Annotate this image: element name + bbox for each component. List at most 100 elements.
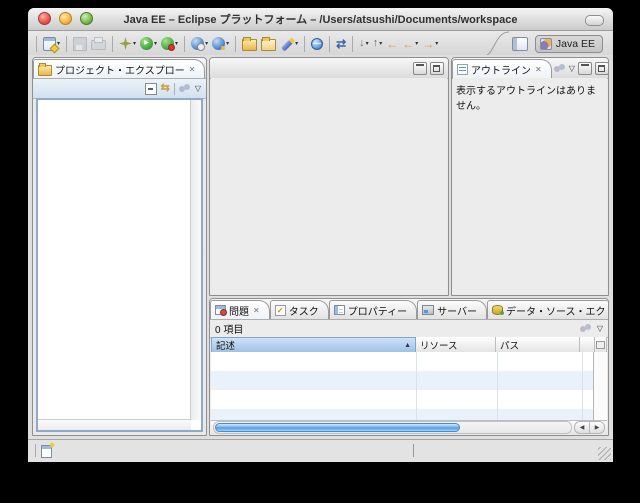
- close-icon[interactable]: ✕: [535, 65, 542, 74]
- forward-arrow-icon: →: [422, 38, 434, 50]
- resize-grip[interactable]: [598, 447, 611, 460]
- web-app-wizard-button[interactable]: ▾: [210, 37, 231, 50]
- tab-label: タスク: [289, 303, 319, 318]
- scroll-left-button[interactable]: ◀: [574, 421, 589, 434]
- dropdown-arrow-icon[interactable]: ▾: [133, 41, 136, 47]
- print-button[interactable]: [89, 37, 108, 50]
- web-browser-button[interactable]: [309, 38, 325, 50]
- tab-label: 問題: [229, 303, 249, 318]
- save-button[interactable]: [71, 37, 89, 51]
- toolbar-separator: [184, 36, 185, 52]
- dropdown-arrow-icon[interactable]: ▾: [366, 41, 369, 47]
- tab-label: プロジェクト・エクスプロー: [55, 62, 185, 77]
- view-window-buttons: [411, 62, 448, 78]
- dropdown-arrow-icon[interactable]: ▾: [379, 41, 382, 47]
- print-icon: [91, 40, 106, 50]
- outline-icon: [457, 64, 468, 75]
- dropdown-arrow-icon[interactable]: ▾: [415, 41, 418, 47]
- table-vertical-scrollbar[interactable]: [593, 352, 607, 421]
- project-explorer-tree[interactable]: [36, 98, 203, 432]
- scrollbar-thumb[interactable]: [215, 423, 460, 432]
- database-icon: [492, 305, 503, 315]
- tab-label: プロパティー: [348, 303, 407, 318]
- tab-label: データ・ソース・エク: [506, 303, 606, 318]
- fast-view-icon[interactable]: [41, 445, 52, 458]
- view-menu-icon[interactable]: ▽: [569, 65, 575, 73]
- dropdown-arrow-icon[interactable]: ▾: [435, 41, 438, 47]
- import-folder-button[interactable]: [259, 37, 278, 51]
- column-header-path[interactable]: パス: [496, 337, 580, 352]
- column-label: リソース: [420, 338, 458, 352]
- back-button[interactable]: ←▾: [400, 38, 420, 50]
- toolbar-separator: [36, 36, 37, 52]
- collapse-all-icon[interactable]: [145, 83, 157, 95]
- toolbar-toggle-button[interactable]: [585, 15, 604, 26]
- view-menu-icon[interactable]: ▽: [195, 85, 201, 93]
- web-service-wizard-button[interactable]: ▾: [189, 37, 210, 50]
- zoom-window-button[interactable]: [80, 12, 93, 25]
- table-horizontal-scrollbar[interactable]: ◀ ▶: [211, 420, 607, 434]
- filters-icon[interactable]: [554, 64, 566, 74]
- outline-empty-message: 表示するアウトラインはありません。: [456, 86, 596, 112]
- editor-empty-area: [211, 78, 447, 294]
- titlebar[interactable]: Java EE – Eclipse プラットフォーム – /Users/atsu…: [28, 8, 613, 31]
- new-wizard-button[interactable]: ▾: [41, 37, 62, 51]
- editor-tabbar: [210, 58, 448, 79]
- tasks-icon: ✓: [275, 305, 286, 316]
- tab-data-source-explorer[interactable]: データ・ソース・エク: [487, 300, 609, 319]
- scroll-right-button[interactable]: ▶: [589, 421, 605, 434]
- dropdown-arrow-icon[interactable]: ▾: [154, 41, 157, 47]
- column-divider: [416, 352, 417, 421]
- tab-project-explorer[interactable]: プロジェクト・エクスプロー ✕: [33, 59, 205, 78]
- tab-tasks[interactable]: ✓ タスク: [270, 300, 329, 319]
- last-edit-location-button[interactable]: ←: [384, 38, 400, 50]
- up-arrow-icon: ↑: [373, 38, 379, 49]
- marker-button[interactable]: ▾: [278, 39, 300, 48]
- dropdown-arrow-icon[interactable]: ▾: [205, 41, 208, 47]
- minimize-view-button[interactable]: [413, 62, 427, 75]
- toolbar-separator: [112, 36, 113, 52]
- horizontal-scrollbar[interactable]: [38, 419, 191, 430]
- tab-servers[interactable]: サーバー: [417, 300, 487, 319]
- open-perspective-button[interactable]: [510, 37, 530, 51]
- scrollbar-track[interactable]: [213, 421, 572, 434]
- open-perspective-icon: [512, 37, 528, 51]
- problems-table: 記述 ▲ リソース パス: [211, 337, 607, 434]
- maximize-view-button[interactable]: [430, 62, 444, 75]
- debug-icon: [119, 37, 132, 50]
- tab-problems[interactable]: 問題 ✕: [210, 300, 270, 319]
- run-button[interactable]: ▶▾: [138, 37, 159, 50]
- next-annotation-button[interactable]: ↓▾: [357, 38, 371, 49]
- minimize-view-button[interactable]: [578, 62, 592, 75]
- project-explorer-view: プロジェクト・エクスプロー ✕ ⇆ ▽: [32, 57, 207, 436]
- properties-icon: [334, 305, 345, 315]
- close-icon[interactable]: ✕: [253, 306, 260, 315]
- open-folder-button[interactable]: [240, 37, 259, 51]
- perspective-java-ee-button[interactable]: Java EE: [535, 35, 603, 53]
- toolbar-separator: [235, 36, 236, 52]
- forward-button[interactable]: →▾: [420, 38, 440, 50]
- close-window-button[interactable]: [38, 12, 51, 25]
- filters-icon[interactable]: [179, 84, 191, 94]
- dropdown-arrow-icon[interactable]: ▾: [175, 41, 178, 47]
- link-with-editor-icon[interactable]: ⇆: [161, 83, 170, 94]
- column-header-description[interactable]: 記述 ▲: [211, 337, 416, 352]
- tab-outline[interactable]: アウトライン ✕: [452, 59, 552, 78]
- dropdown-arrow-icon[interactable]: ▾: [295, 41, 298, 47]
- minimize-window-button[interactable]: [59, 12, 72, 25]
- toolbar-separator: [174, 83, 175, 95]
- previous-annotation-button[interactable]: ↑▾: [371, 38, 385, 49]
- synchronize-button[interactable]: ⇄: [334, 38, 348, 50]
- problems-summary-row: 0 項目 ▽: [210, 320, 608, 338]
- view-menu-icon[interactable]: ▽: [597, 325, 603, 333]
- close-icon[interactable]: ✕: [189, 65, 196, 74]
- external-tools-button[interactable]: ▾: [159, 37, 180, 50]
- column-header-resource[interactable]: リソース: [416, 337, 496, 352]
- maximize-view-button[interactable]: [595, 62, 609, 75]
- debug-button[interactable]: ▾: [117, 37, 138, 50]
- table-body[interactable]: [211, 352, 594, 421]
- dropdown-arrow-icon[interactable]: ▾: [226, 41, 229, 47]
- filters-icon[interactable]: [580, 324, 592, 334]
- vertical-scrollbar[interactable]: [190, 100, 201, 420]
- tab-properties[interactable]: プロパティー: [329, 300, 417, 319]
